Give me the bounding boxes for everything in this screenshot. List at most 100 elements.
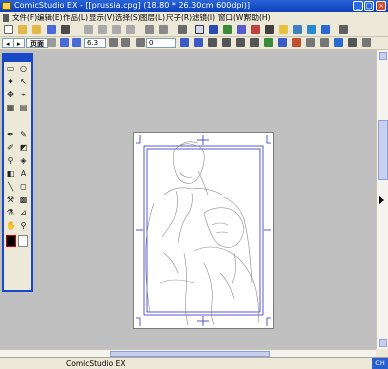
page-view-icon[interactable] [195,25,204,34]
menu-view[interactable]: 显示(V) [89,12,115,23]
shape-icon[interactable]: ◻ [19,182,28,191]
scroll-down-button[interactable] [379,339,387,347]
tab-next[interactable]: ▸ [13,38,25,48]
doc-menu-icon[interactable] [3,14,9,22]
zoom-out-icon[interactable] [60,38,69,47]
rotate-icon[interactable] [136,38,145,47]
mask-icon[interactable] [334,38,343,47]
flip-horizontal-icon[interactable] [180,38,189,47]
menu-filter[interactable]: 滤镜(I) [192,12,215,23]
open-folder-icon[interactable] [32,25,41,34]
vertical-scroll-thumb[interactable] [378,120,388,180]
toolbar-more-icon[interactable] [362,38,371,47]
properties-icon[interactable] [307,25,316,34]
grid-icon[interactable] [237,25,246,34]
sub-color-swatch[interactable] [18,235,28,247]
layer-panel-icon[interactable] [321,25,330,34]
hand-icon[interactable]: ✋ [6,221,16,230]
panel-toggle-icon[interactable] [379,196,384,204]
app-icon [2,2,11,10]
tab-page[interactable]: 页面 [26,38,48,48]
actual-size-icon[interactable] [121,38,130,47]
close-button[interactable]: × [376,1,386,11]
move-icon[interactable]: ↖ [19,77,28,86]
navigator-icon[interactable] [293,25,302,34]
frame-icon[interactable]: ⊿ [19,208,28,217]
lasso-icon[interactable]: ○ [19,64,28,73]
pattern-select-icon[interactable]: ▤ [19,103,28,112]
fit-page-icon[interactable] [109,38,118,47]
magic-wand-icon[interactable]: ✦ [6,77,15,86]
menu-window[interactable]: 窗口(W) [218,12,246,23]
guide-icon[interactable] [265,25,274,34]
layer-view-icon[interactable] [209,25,218,34]
dropper-icon[interactable]: ⚗ [6,208,15,217]
ruler-snap-icon[interactable] [264,38,273,47]
print-icon[interactable] [61,25,70,34]
zoom-icon[interactable]: ⚲ [19,221,28,230]
light-table-icon[interactable] [279,25,288,34]
zoom-in-icon[interactable] [72,38,81,47]
speed-line-icon[interactable] [306,38,315,47]
save-icon[interactable] [47,25,56,34]
maximize-button[interactable]: □ [364,1,374,11]
select-rect-icon[interactable]: ▭ [6,64,15,73]
zoom-layer-icon[interactable]: ✥ [6,90,15,99]
marker-icon[interactable]: ✐ [6,143,15,152]
menu-select[interactable]: 选择(S) [115,12,141,23]
quick-mask-icon[interactable] [348,38,357,47]
main-toolbar [0,23,388,37]
clear-icon[interactable] [126,25,135,34]
redo-icon[interactable] [159,25,168,34]
snap-grid-icon[interactable] [236,38,245,47]
frame-ruler-icon[interactable] [320,38,329,47]
menu-file[interactable]: 文件(F) [12,12,37,23]
pencil-icon[interactable]: ✎ [19,130,28,139]
perspective-icon[interactable] [278,38,287,47]
preview-icon[interactable] [223,25,232,34]
ruler-view-icon[interactable] [251,25,260,34]
snap-guide-icon[interactable] [250,38,259,47]
minimize-button[interactable]: _ [353,1,363,11]
pen-icon[interactable]: ✒ [6,130,15,139]
horizontal-scrollbar[interactable] [0,349,376,357]
close-tab-icon[interactable] [47,38,56,47]
cut-icon[interactable] [84,25,93,34]
history-icon[interactable] [339,25,348,34]
vertical-scrollbar[interactable] [376,50,388,349]
status-app-name: ComicStudio EX [66,359,126,368]
eraser-icon[interactable]: ◩ [19,143,28,152]
text-icon[interactable]: A [19,169,28,178]
reset-view-icon[interactable] [208,38,217,47]
menu-help[interactable]: 帮助(H) [244,12,271,23]
tone-icon[interactable]: ▩ [19,195,28,204]
open-icon[interactable] [18,25,27,34]
print-preview-icon[interactable] [178,25,187,34]
zoom-field[interactable]: 6.3 [84,38,106,48]
focus-icon[interactable] [292,38,301,47]
tab-prev[interactable]: ◂ [2,38,14,48]
scroll-up-button[interactable] [379,52,387,60]
ime-indicator[interactable]: CH [372,358,388,369]
line-select-icon[interactable]: ⌁ [19,90,28,99]
menu-edit[interactable]: 编辑(E) [37,12,63,23]
correction-icon[interactable]: ⚒ [6,195,15,204]
snap-icon[interactable] [222,38,231,47]
menu-ruler[interactable]: 尺子(R) [166,12,192,23]
object-icon[interactable]: ▦ [6,103,15,112]
ruler-icon[interactable]: ╲ [6,182,15,191]
palette-titlebar[interactable] [4,55,31,62]
gradient-icon[interactable]: ◧ [6,169,15,178]
angle-field[interactable]: 0 [146,38,176,48]
main-color-swatch[interactable] [6,235,16,247]
menu-layer[interactable]: 图层(L) [140,12,165,23]
menu-work[interactable]: 作品(L) [63,12,88,23]
manga-page[interactable] [133,132,274,329]
undo-icon[interactable] [145,25,154,34]
paste-icon[interactable] [112,25,121,34]
new-icon[interactable] [4,25,13,34]
brush-icon[interactable]: ⚲ [6,156,15,165]
flip-vertical-icon[interactable] [194,38,203,47]
fill-icon[interactable]: ◈ [19,156,28,165]
copy-icon[interactable] [98,25,107,34]
